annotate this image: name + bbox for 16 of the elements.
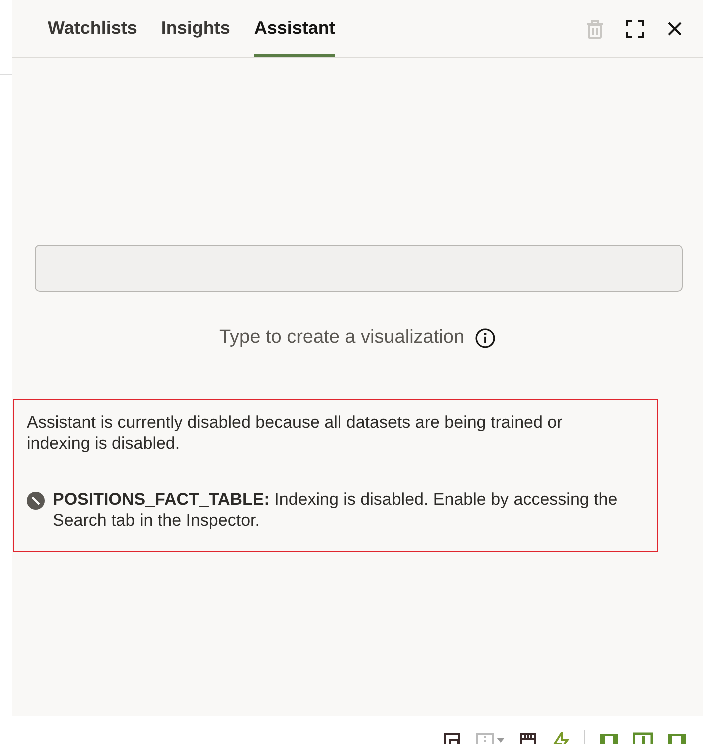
tab[interactable]: Insights xyxy=(161,0,230,57)
panel-center-icon[interactable] xyxy=(633,732,653,744)
hint-text: Type to create a visualization xyxy=(219,326,465,350)
error-message: POSITIONS_FACT_TABLE: Indexing is disabled. Enable by accessing the Search tab in the Inspector. xyxy=(53,488,619,530)
layout-icon[interactable] xyxy=(520,732,538,744)
blocked-icon xyxy=(27,492,45,510)
panel-left-icon[interactable] xyxy=(599,732,619,744)
error-message: Assistant is currently disabled because all datasets are being trained or indexing is disabled. xyxy=(27,412,564,454)
delete-icon xyxy=(585,18,605,38)
tab[interactable]: Assistant xyxy=(254,0,336,57)
input-field[interactable] xyxy=(35,245,683,292)
lightning-icon[interactable] xyxy=(552,732,570,744)
tab[interactable]: Watchlists xyxy=(48,0,138,57)
maximize-icon xyxy=(625,18,645,38)
panel-right-icon[interactable] xyxy=(667,732,687,744)
info-icon[interactable] xyxy=(474,328,496,349)
